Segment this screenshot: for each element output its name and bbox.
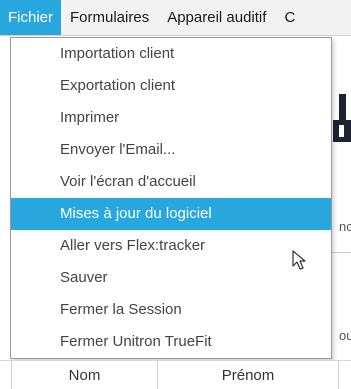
menu-item-mises-a-jour[interactable]: Mises à jour du logiciel bbox=[11, 198, 331, 230]
menu-item-aller-flextracker[interactable]: Aller vers Flex:tracker bbox=[11, 230, 331, 262]
menu-item-exportation-client[interactable]: Exportation client bbox=[11, 70, 331, 102]
menu-item-importation-client[interactable]: Importation client bbox=[11, 38, 331, 70]
background-logo-fragment bbox=[339, 94, 346, 120]
menu-appareil-auditif[interactable]: Appareil auditif bbox=[158, 0, 275, 35]
background-partial-text: nc bbox=[339, 219, 351, 234]
column-header-nom[interactable]: Nom bbox=[12, 361, 158, 389]
menu-item-fermer-session[interactable]: Fermer la Session bbox=[11, 294, 331, 326]
menu-bar: Fichier Formulaires Appareil auditif C bbox=[0, 0, 351, 36]
menu-item-imprimer[interactable]: Imprimer bbox=[11, 102, 331, 134]
client-table-header: Nom Prénom bbox=[0, 360, 351, 389]
fichier-dropdown-menu: Importation client Exportation client Im… bbox=[10, 37, 332, 359]
column-header-prenom[interactable]: Prénom bbox=[158, 361, 339, 389]
header-spacer bbox=[0, 361, 12, 389]
menu-item-voir-ecran-accueil[interactable]: Voir l'écran d'accueil bbox=[11, 166, 331, 198]
background-partial-text-2: ou bbox=[339, 328, 351, 343]
menu-item-sauver[interactable]: Sauver bbox=[11, 262, 331, 294]
menu-item-fermer-truefit[interactable]: Fermer Unitron TrueFit bbox=[11, 326, 331, 358]
menu-fichier[interactable]: Fichier bbox=[0, 0, 62, 35]
background-logo-fragment-2 bbox=[333, 120, 351, 142]
menu-truncated[interactable]: C bbox=[275, 0, 304, 35]
menu-formulaires[interactable]: Formulaires bbox=[61, 0, 158, 35]
menu-item-envoyer-email[interactable]: Envoyer l'Email... bbox=[11, 134, 331, 166]
mouse-pointer-icon bbox=[292, 250, 306, 270]
